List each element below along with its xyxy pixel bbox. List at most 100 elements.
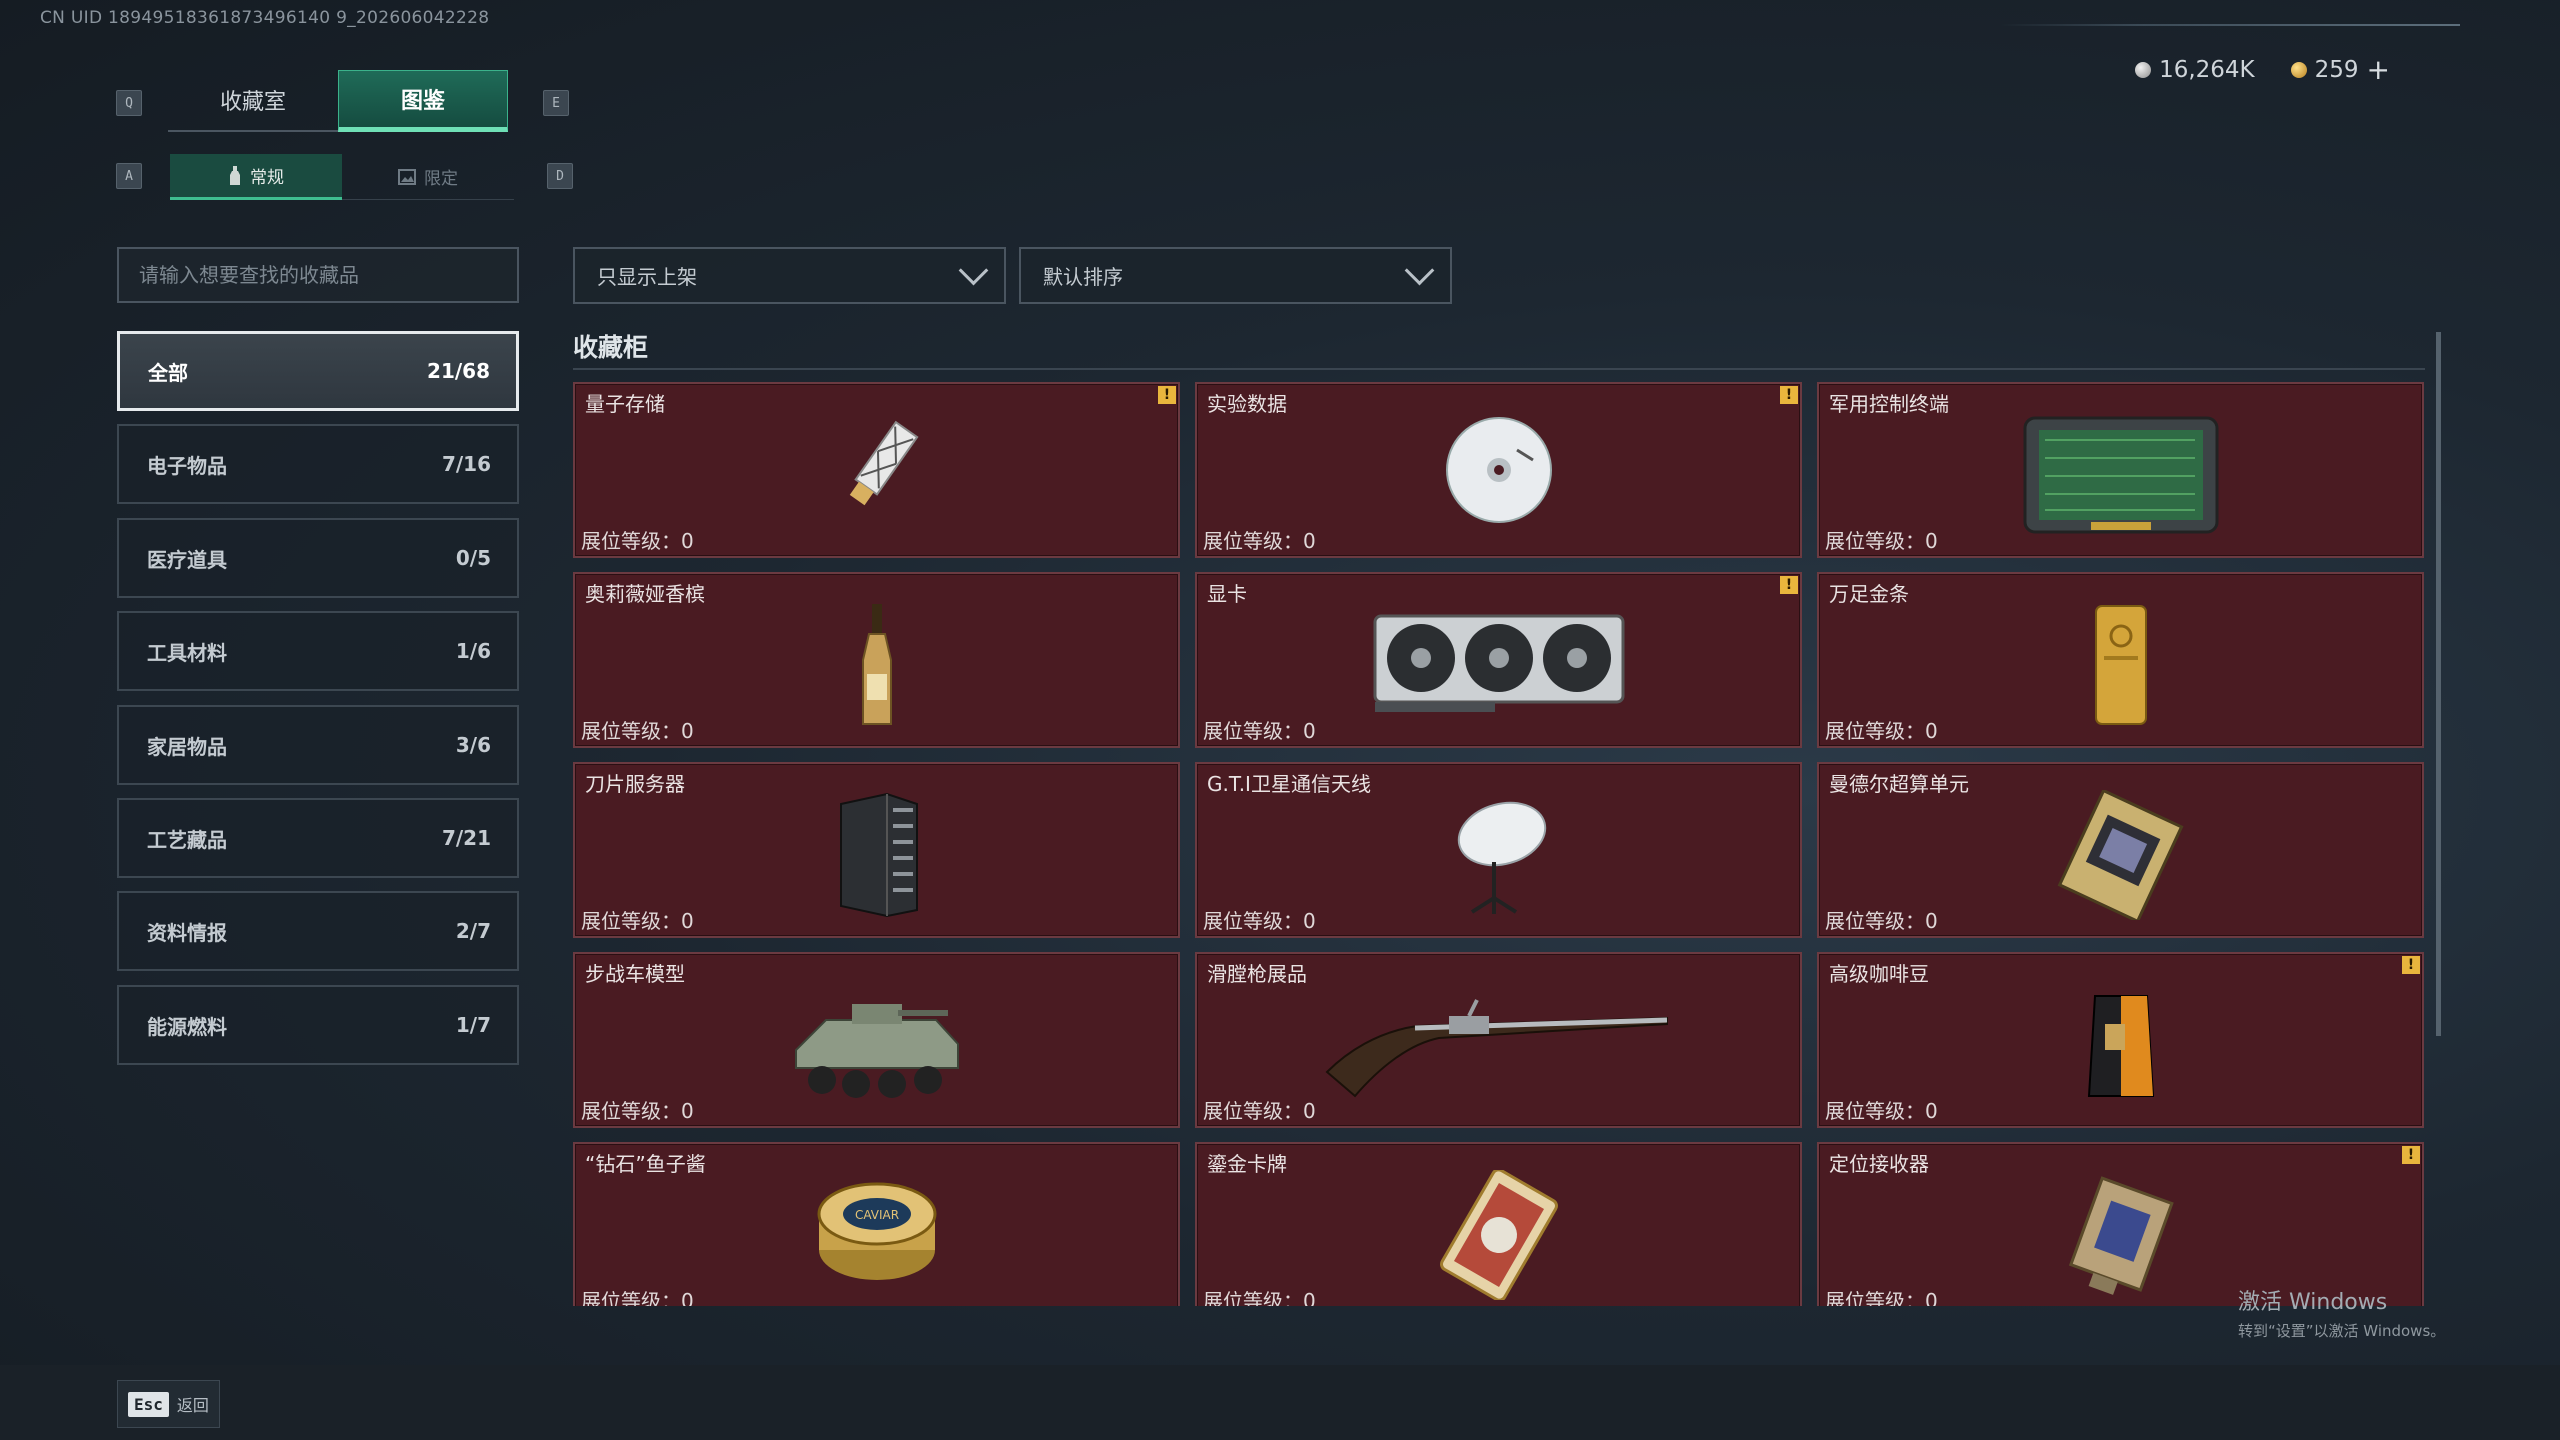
caviar-tin-label: CAVIAR [854, 1208, 898, 1222]
item-card[interactable]: G.T.I卫星通信天线 展位等级：0 [1195, 762, 1802, 938]
alert-badge: ! [1780, 576, 1798, 594]
section-divider [573, 368, 2425, 370]
watermark-title: 激活 Windows [2238, 1290, 2388, 1315]
currency-bar: 16,264K 259 + [2135, 56, 2390, 84]
category-count: 2/7 [455, 919, 491, 943]
search-input[interactable] [117, 247, 519, 303]
display-level-label: 展位等级： [1203, 909, 1303, 933]
item-card[interactable]: 步战车模型 展位等级：0 [573, 952, 1180, 1128]
category-all[interactable]: 全部 21/68 [117, 331, 519, 411]
item-name: 军用控制终端 [1829, 392, 1949, 416]
item-card[interactable]: 实验数据 ! 展位等级：0 [1195, 382, 1802, 558]
display-level-label: 展位等级： [1825, 719, 1925, 743]
display-level: 展位等级：0 [1825, 905, 1938, 934]
category-count: 21/68 [427, 359, 490, 383]
chevron-down-icon [1404, 255, 1435, 286]
category-count: 1/7 [455, 1013, 491, 1037]
alert-badge: ! [1158, 386, 1176, 404]
item-name: 鎏金卡牌 [1207, 1152, 1287, 1176]
item-card[interactable]: 定位接收器 ! 展位等级：0 [1817, 1142, 2424, 1306]
locator-receiver-icon [2068, 1176, 2174, 1295]
display-level-value: 0 [1303, 909, 1316, 933]
gold-coin-icon [2290, 62, 2307, 78]
category-name: 电子物品 [147, 453, 227, 478]
category-name: 家居物品 [147, 734, 227, 759]
item-card[interactable]: 滑膛枪展品 展位等级：0 [1195, 952, 1802, 1128]
display-level-label: 展位等级： [1203, 529, 1303, 553]
category-intel[interactable]: 资料情报 2/7 [117, 891, 519, 971]
display-level-label: 展位等级： [581, 1289, 681, 1306]
display-level-label: 展位等级： [1825, 1289, 1925, 1306]
item-card[interactable]: 刀片服务器 展位等级：0 [573, 762, 1180, 938]
category-name: 资料情报 [147, 920, 227, 945]
display-level: 展位等级：0 [581, 1095, 694, 1124]
display-level-value: 0 [1303, 719, 1316, 743]
display-filter-dropdown[interactable]: 只显示上架 [573, 247, 1006, 304]
category-energy[interactable]: 能源燃料 1/7 [117, 985, 519, 1065]
category-medical[interactable]: 医疗道具 0/5 [117, 518, 519, 598]
display-level: 展位等级：0 [1203, 905, 1316, 934]
gilded-card-icon [1439, 1170, 1558, 1300]
display-level-label: 展位等级： [1825, 529, 1925, 553]
sub-tabs: 常规 限定 [170, 154, 514, 200]
display-level-label: 展位等级： [581, 719, 681, 743]
display-level-value: 0 [1303, 1289, 1316, 1306]
tab-collection-room[interactable]: 收藏室 [168, 70, 338, 132]
satellite-dish-icon [1457, 801, 1546, 914]
add-currency-button[interactable]: + [2367, 56, 2390, 84]
display-level-value: 0 [681, 529, 694, 553]
category-tools[interactable]: 工具材料 1/6 [117, 611, 519, 691]
champagne-bottle-icon [861, 604, 892, 725]
item-name: 奥莉薇娅香槟 [585, 582, 705, 606]
display-level-value: 0 [1925, 529, 1938, 553]
coffee-bag-icon [2087, 995, 2154, 1097]
category-name: 医疗道具 [147, 547, 227, 572]
item-card[interactable]: 奥莉薇娅香槟 展位等级：0 [573, 572, 1180, 748]
tab-catalog[interactable]: 图鉴 [338, 70, 508, 132]
display-level-label: 展位等级： [581, 529, 681, 553]
category-electronics[interactable]: 电子物品 7/16 [117, 424, 519, 504]
silver-amount: 16,264K [2159, 57, 2255, 83]
item-card[interactable]: 量子存储 ! 展位等级：0 [573, 382, 1180, 558]
category-crafts[interactable]: 工艺藏品 7/21 [117, 798, 519, 878]
alert-badge: ! [2402, 1146, 2420, 1164]
tab-limited[interactable]: 限定 [342, 154, 514, 200]
display-level-label: 展位等级： [1203, 1099, 1303, 1123]
back-button[interactable]: Esc 返回 [117, 1380, 220, 1428]
item-card[interactable]: 曼德尔超算单元 展位等级：0 [1817, 762, 2424, 938]
item-name: 万足金条 [1829, 582, 1909, 606]
silver-currency: 16,264K [2135, 57, 2255, 83]
item-card[interactable]: 万足金条 展位等级：0 [1817, 572, 2424, 748]
item-card[interactable]: 高级咖啡豆 ! 展位等级：0 [1817, 952, 2424, 1128]
display-level-label: 展位等级： [1203, 1289, 1303, 1306]
item-card[interactable]: “钻石”鱼子酱 CAVIAR 展位等级：0 [573, 1142, 1180, 1306]
display-level-label: 展位等级： [1825, 909, 1925, 933]
usb-drive-icon [849, 420, 919, 506]
display-level-label: 展位等级： [581, 909, 681, 933]
item-card[interactable]: 军用控制终端 展位等级：0 [1817, 382, 2424, 558]
footer-bar [0, 1365, 2560, 1440]
category-name: 能源燃料 [147, 1014, 227, 1039]
display-level: 展位等级：0 [1203, 525, 1316, 554]
sort-value: 默认排序 [1043, 265, 1123, 289]
tab-regular[interactable]: 常规 [170, 154, 342, 200]
item-card[interactable]: 显卡 ! 展位等级：0 [1195, 572, 1802, 748]
alert-badge: ! [2402, 956, 2420, 974]
sort-dropdown[interactable]: 默认排序 [1019, 247, 1452, 304]
item-card[interactable]: 鎏金卡牌 展位等级：0 [1195, 1142, 1802, 1306]
back-label: 返回 [176, 1396, 209, 1415]
alert-badge: ! [1780, 386, 1798, 404]
item-name: 曼德尔超算单元 [1829, 772, 1969, 796]
display-level-value: 0 [681, 1289, 694, 1306]
display-level-value: 0 [681, 719, 694, 743]
display-level-value: 0 [681, 909, 694, 933]
display-level-value: 0 [1925, 719, 1938, 743]
display-level-value: 0 [1925, 1289, 1938, 1306]
musket-icon [1325, 999, 1668, 1098]
category-household[interactable]: 家居物品 3/6 [117, 705, 519, 785]
image-icon [398, 168, 416, 185]
category-name: 全部 [148, 360, 188, 385]
section-title: 收藏柜 [573, 333, 649, 362]
display-level: 展位等级：0 [581, 1285, 694, 1306]
scrollbar[interactable] [2436, 332, 2441, 1036]
